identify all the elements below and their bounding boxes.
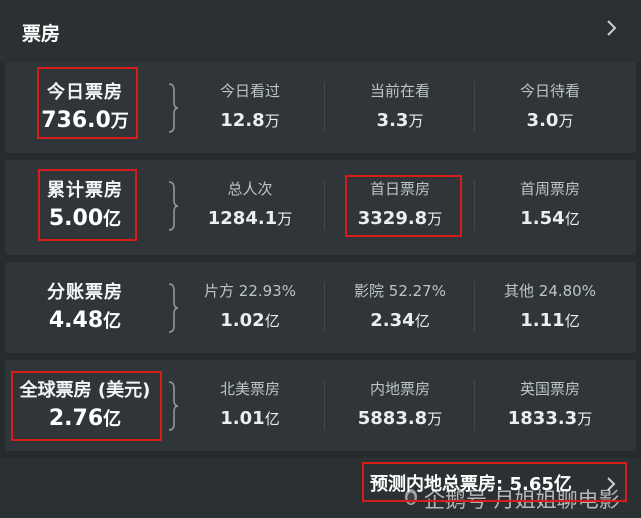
stat-unit: 万: [408, 112, 424, 130]
stat-number: 1.02: [220, 310, 265, 331]
stat-value: 5883.8万: [325, 408, 475, 429]
stat-value: 3.0万: [475, 110, 625, 131]
stat-unit: 万: [558, 112, 574, 130]
highlight-box-today: [37, 67, 138, 139]
stat-value: 1.11亿: [475, 310, 625, 331]
stat-cell: 当前在看 3.3万: [325, 62, 475, 153]
stat-unit: 万: [277, 210, 293, 228]
card-title: 票房: [22, 23, 61, 45]
row-value-number: 4.48: [48, 308, 104, 333]
box-office-card: 票房 今日票房 736.0万 今日看过 12.8万 当前在看 3.3万 今日待看…: [0, 0, 641, 518]
stat-label: 其他 24.80%: [504, 282, 596, 300]
stat-number: 5883.8: [357, 408, 428, 429]
stat-value: 1.02亿: [175, 310, 325, 331]
stat-number: 1.01: [220, 408, 265, 429]
row-value: 4.48亿: [5, 307, 165, 333]
stat-cell: 其他 24.80% 1.11亿: [475, 262, 625, 353]
highlight-box-global: [11, 371, 162, 441]
stat-label: 首周票房: [519, 180, 580, 198]
stat-unit: 万: [427, 410, 443, 428]
row-summary: 分账票房 4.48亿: [5, 262, 165, 353]
stat-value: 2.34亿: [325, 310, 475, 331]
stat-number: 3.0: [526, 110, 559, 131]
stat-cell: 英国票房 1833.3万: [475, 360, 625, 451]
stat-unit: 亿: [564, 312, 580, 330]
stat-number: 1.11: [520, 310, 565, 331]
stat-number: 2.34: [370, 310, 415, 331]
stat-cell: 总人次 1284.1万: [175, 160, 325, 255]
stat-label: 英国票房: [519, 380, 580, 398]
stat-unit: 亿: [264, 312, 280, 330]
highlight-box-first-day: [345, 175, 462, 237]
stat-label: 片方 22.93%: [204, 282, 296, 300]
row-title: 分账票房: [47, 282, 123, 303]
stat-cell: 影院 52.27% 2.34亿: [325, 262, 475, 353]
chevron-right-icon[interactable]: [599, 16, 623, 40]
stat-value: 1.54亿: [475, 208, 625, 229]
stat-label: 今日看过: [219, 82, 280, 100]
stat-number: 1.54: [520, 208, 565, 229]
stat-label: 总人次: [227, 180, 273, 198]
stat-cell: 北美票房 1.01亿: [175, 360, 325, 451]
stat-number: 12.8: [220, 110, 265, 131]
stat-value: 3.3万: [325, 110, 475, 131]
stat-number: 1833.3: [507, 408, 578, 429]
stat-label: 影院 52.27%: [354, 282, 446, 300]
stat-label: 今日待看: [519, 82, 580, 100]
highlight-box-cumulative: [38, 169, 137, 241]
stat-value: 1833.3万: [475, 408, 625, 429]
stat-cell: 首周票房 1.54亿: [475, 160, 625, 255]
stat-label: 当前在看: [369, 82, 430, 100]
stat-cell: 今日看过 12.8万: [175, 62, 325, 153]
highlight-box-forecast: [362, 462, 627, 502]
stat-unit: 万: [577, 410, 593, 428]
stat-value: 12.8万: [175, 110, 325, 131]
stat-unit: 亿: [564, 210, 580, 228]
card-header[interactable]: 票房: [0, 0, 641, 62]
stat-number: 3.3: [376, 110, 409, 131]
stat-cell: 内地票房 5883.8万: [325, 360, 475, 451]
stat-unit: 亿: [414, 312, 430, 330]
stat-unit: 亿: [264, 410, 280, 428]
stat-cell: 片方 22.93% 1.02亿: [175, 262, 325, 353]
stat-value: 1.01亿: [175, 408, 325, 429]
row-value-unit: 亿: [103, 311, 122, 332]
stat-number: 1284.1: [207, 208, 278, 229]
row-split-box-office: 分账票房 4.48亿 片方 22.93% 1.02亿 影院 52.27% 2.3…: [5, 262, 636, 353]
stat-cell: 今日待看 3.0万: [475, 62, 625, 153]
stat-label: 内地票房: [369, 380, 430, 398]
stat-label: 北美票房: [219, 380, 280, 398]
stat-unit: 万: [264, 112, 280, 130]
stat-value: 1284.1万: [175, 208, 325, 229]
